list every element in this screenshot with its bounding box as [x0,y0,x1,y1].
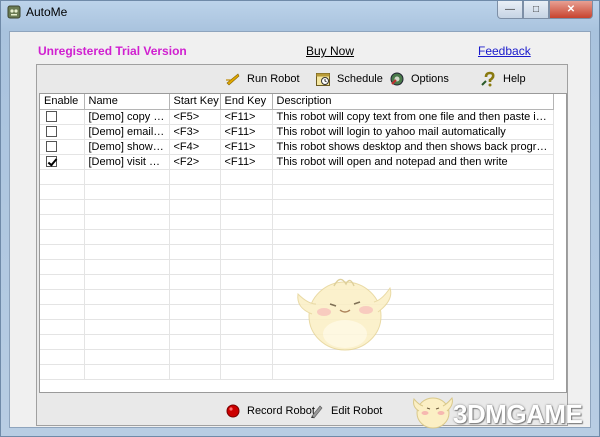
column-header-description[interactable]: Description [272,94,554,110]
watermark-text: 3DMGAME [453,399,583,429]
end-key-cell: <F11> [220,139,273,155]
end-key-cell: <F11> [220,109,273,125]
column-header-enable[interactable]: Enable [40,94,85,110]
record-robot-button[interactable]: Record Robot [225,403,315,419]
robot-table: Enable Name Start Key End Key Descriptio… [39,93,567,393]
schedule-icon [316,73,330,86]
pencil-icon [311,405,323,419]
app-icon [7,5,21,19]
options-label: Options [411,73,449,85]
table-row [40,364,554,380]
edit-robot-button[interactable]: Edit Robot [309,403,382,419]
help-button[interactable]: Help [481,71,526,87]
table-header-row: Enable Name Start Key End Key Descriptio… [40,94,554,110]
enable-checkbox[interactable] [46,156,57,168]
column-header-end-key[interactable]: End Key [220,94,273,110]
table-row [40,199,554,215]
toolbar: Run Robot Schedule Options Help [37,65,567,93]
start-key-cell: <F5> [169,109,221,125]
options-icon [390,72,404,86]
end-key-cell: <F11> [220,154,273,170]
close-button[interactable]: ✕ [549,1,593,19]
maximize-icon: □ [532,4,540,15]
mascot-icon [297,278,392,351]
start-key-cell: <F3> [169,124,221,140]
description-cell: This robot will login to yahoo mail auto… [272,124,554,140]
table-row[interactable]: [Demo] show de... <F4> <F11> This robot … [40,139,554,155]
start-key-cell: <F4> [169,139,221,155]
schedule-button[interactable]: Schedule [315,71,383,87]
edit-robot-label: Edit Robot [331,405,383,417]
schedule-label: Schedule [337,73,383,85]
name-cell: [Demo] email login [84,124,170,140]
feedback-link[interactable]: Feedback [478,44,531,58]
description-cell: This robot will copy text from one file … [272,109,554,125]
start-key-cell: <F2> [169,154,221,170]
name-cell: [Demo] show de... [84,139,170,155]
close-icon: ✕ [566,4,576,15]
table-row [40,184,554,200]
help-icon [481,71,495,87]
description-cell: This robot shows desktop and then shows … [272,139,554,155]
window-title: AutoMe [26,5,68,19]
column-header-name[interactable]: Name [84,94,170,110]
trial-version-label: Unregistered Trial Version [38,44,187,58]
app-window: AutoMe — □ ✕ Unregistered Trial Version … [0,0,600,437]
table-row [40,244,554,260]
table-row[interactable]: [Demo] email login <F3> <F11> This robot… [40,124,554,140]
enable-checkbox[interactable] [46,111,57,123]
name-cell: [Demo] copy pa... [84,109,170,125]
client-area: Unregistered Trial Version Buy Now Feedb… [9,31,591,428]
description-cell: This robot will open and notepad and the… [272,154,554,170]
minimize-icon: — [505,4,515,15]
table-row[interactable]: [Demo] visit web <F2> <F11> This robot w… [40,154,554,170]
table-row [40,229,554,245]
record-icon [226,404,240,418]
help-label: Help [503,73,526,85]
run-robot-button[interactable]: Run Robot [225,71,300,87]
watermark-mascot-icon [413,396,453,429]
enable-cell [40,154,85,170]
window-controls: — □ ✕ [497,1,593,19]
table-row [40,169,554,185]
title-bar[interactable]: AutoMe — □ ✕ [1,1,599,23]
maximize-button[interactable]: □ [523,1,549,19]
enable-checkbox[interactable] [46,141,57,153]
enable-cell [40,139,85,155]
enable-cell [40,109,85,125]
end-key-cell: <F11> [220,124,273,140]
enable-cell [40,124,85,140]
column-header-start-key[interactable]: Start Key [169,94,221,110]
record-robot-label: Record Robot [247,405,315,417]
run-robot-icon [226,73,240,86]
buy-now-link[interactable]: Buy Now [306,44,354,58]
table-row[interactable]: [Demo] copy pa... <F5> <F11> This robot … [40,109,554,125]
table-row [40,214,554,230]
enable-checkbox[interactable] [46,126,57,138]
name-cell: [Demo] visit web [84,154,170,170]
run-robot-label: Run Robot [247,73,300,85]
options-button[interactable]: Options [389,71,449,87]
minimize-button[interactable]: — [497,1,523,19]
robot-panel: Run Robot Schedule Options Help Enable N… [36,64,568,426]
